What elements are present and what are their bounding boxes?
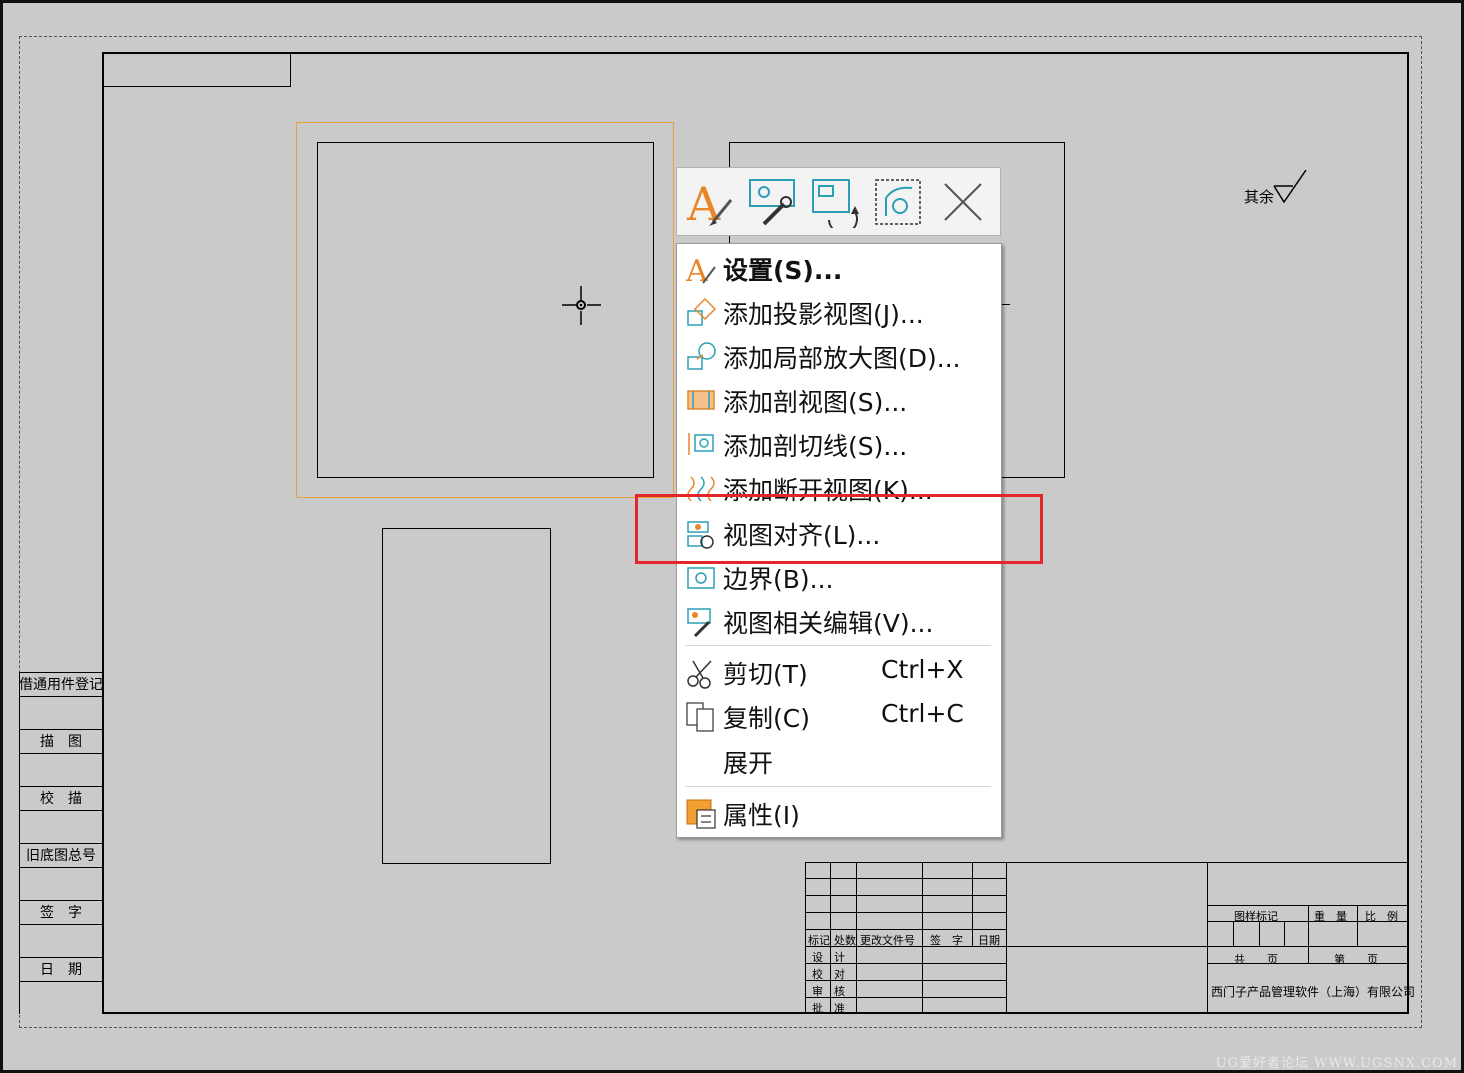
tb-line — [1308, 905, 1309, 946]
tb-line — [1207, 862, 1208, 1014]
settings-tool-icon: A — [686, 177, 733, 231]
section-line-icon — [688, 433, 714, 455]
tb-line — [1284, 921, 1285, 946]
left-registration-table: 借通用件登记 描 图 校 描 旧底图总号 签 字 日 期 — [19, 672, 103, 1014]
left-table-cell: 校 描 — [19, 786, 103, 811]
view-quick-toolbar: A — [676, 167, 1001, 236]
left-table-cell: 描 图 — [19, 729, 103, 754]
tb-role-check: 校 对 — [812, 968, 845, 981]
menu-item-label: 边界(B)... — [723, 565, 834, 594]
menu-item-label: 设置(S)... — [723, 256, 843, 285]
tb-rev-mark: 标记 — [808, 934, 830, 947]
menu-item-label: 属性(I) — [723, 801, 800, 830]
close-button[interactable] — [937, 176, 989, 228]
copy-icon — [686, 702, 714, 732]
menu-item-label: 添加局部放大图(D)... — [723, 344, 961, 373]
menu-item-label: 添加剖视图(S)... — [723, 388, 908, 417]
close-icon — [944, 183, 982, 221]
settings-tool-button[interactable]: A — [683, 176, 735, 231]
menu-item-label: 展开 — [723, 749, 774, 778]
tb-rev-count: 处数 — [834, 934, 856, 947]
tb-line — [972, 862, 973, 946]
projected-view-icon — [687, 297, 717, 326]
left-table-blank — [19, 981, 103, 1015]
tb-role-design: 设 计 — [812, 951, 845, 964]
menu-item-view-dependent-edit[interactable]: 视图相关编辑(V)... — [677, 599, 1001, 643]
left-table-cell: 日 期 — [19, 957, 103, 982]
view-update-tool-button[interactable] — [809, 176, 861, 235]
left-table-cell: 借通用件登记 — [19, 672, 103, 697]
tb-page-no: 第 页 — [1334, 953, 1378, 966]
tb-rev-docno: 更改文件号 — [860, 934, 915, 947]
tb-total-pages: 共 页 — [1234, 953, 1278, 966]
menu-item-cut[interactable]: 剪切(T) Ctrl+X — [677, 650, 1001, 694]
view-boundary-tool-button[interactable] — [872, 176, 924, 228]
view-dependent-edit-icon — [687, 608, 711, 638]
menu-item-label: 添加剖切线(S)... — [723, 432, 908, 461]
frame-corner-box — [102, 52, 291, 87]
menu-item-add-detail-view[interactable]: 添加局部放大图(D)... — [677, 334, 1001, 378]
section-view-icon — [687, 390, 715, 410]
menu-item-expand[interactable]: 展开 — [677, 739, 1001, 783]
menu-item-properties[interactable]: 属性(I) — [677, 791, 1001, 835]
tb-line — [1259, 921, 1260, 946]
tb-line — [856, 862, 857, 1014]
tb-line — [1357, 905, 1358, 946]
view-update-tool-icon — [812, 179, 859, 235]
menu-item-shortcut: Ctrl+X — [881, 655, 964, 684]
menu-item-label: 剪切(T) — [723, 660, 808, 689]
watermark: UG爱好者论坛 WWW.UGSNX.COM — [1215, 1056, 1458, 1071]
tb-line — [922, 862, 923, 1014]
tb-rev-sign: 签 字 — [930, 934, 963, 947]
settings-icon: A — [685, 254, 716, 285]
menu-item-label: 视图相关编辑(V)... — [723, 609, 934, 638]
left-table-blank — [19, 924, 103, 958]
left-table-blank — [19, 696, 103, 730]
menu-item-add-projected-view[interactable]: 添加投影视图(J)... — [677, 290, 1001, 334]
drawing-view-main[interactable] — [317, 142, 654, 478]
tb-line — [805, 929, 1007, 930]
tb-weight: 重 量 — [1314, 910, 1347, 923]
properties-icon — [686, 799, 716, 829]
menu-item-shortcut: Ctrl+C — [881, 699, 964, 728]
left-table-cell: 旧底图总号 — [19, 843, 103, 868]
roughness-note: 其余 — [1244, 188, 1275, 206]
menu-item-copy[interactable]: 复制(C) Ctrl+C — [677, 694, 1001, 738]
tb-line — [805, 878, 1007, 879]
tb-line — [1233, 921, 1234, 946]
menu-separator — [685, 645, 991, 646]
center-mark-icon — [562, 286, 601, 325]
view-edit-tool-button[interactable] — [746, 176, 798, 228]
menu-separator — [685, 786, 991, 787]
tb-scale: 比 例 — [1365, 910, 1398, 923]
view-edit-tool-icon — [749, 179, 795, 226]
tb-rev-date: 日期 — [978, 934, 1000, 947]
tb-line — [805, 895, 1007, 896]
tb-pattern-mark: 图样标记 — [1234, 910, 1278, 923]
left-table-cell: 签 字 — [19, 900, 103, 925]
scissors-icon — [687, 660, 712, 689]
boundary-icon — [687, 567, 715, 589]
left-table-blank — [19, 753, 103, 787]
tb-line — [1308, 946, 1309, 963]
menu-item-settings[interactable]: A 设置(S)... — [677, 246, 1001, 290]
menu-item-label: 添加投影视图(J)... — [723, 300, 924, 329]
annotation-highlight-box — [635, 494, 1043, 564]
menu-item-label: 复制(C) — [723, 704, 810, 733]
roughness-symbol-icon — [1273, 169, 1307, 204]
tb-role-approve: 批 准 — [812, 1002, 845, 1015]
tb-company: 西门子产品管理软件（上海）有限公司 — [1211, 985, 1416, 999]
detail-view-icon — [687, 342, 716, 370]
tb-line — [805, 912, 1007, 913]
tb-line — [1006, 862, 1007, 1014]
left-table-blank — [19, 810, 103, 844]
drawing-view-bottom[interactable] — [382, 528, 551, 864]
left-table-blank — [19, 867, 103, 901]
tb-role-review: 审 核 — [812, 985, 845, 998]
view-boundary-tool-icon — [875, 179, 921, 225]
menu-item-add-section-line[interactable]: 添加剖切线(S)... — [677, 422, 1001, 466]
menu-item-add-section-view[interactable]: 添加剖视图(S)... — [677, 378, 1001, 422]
